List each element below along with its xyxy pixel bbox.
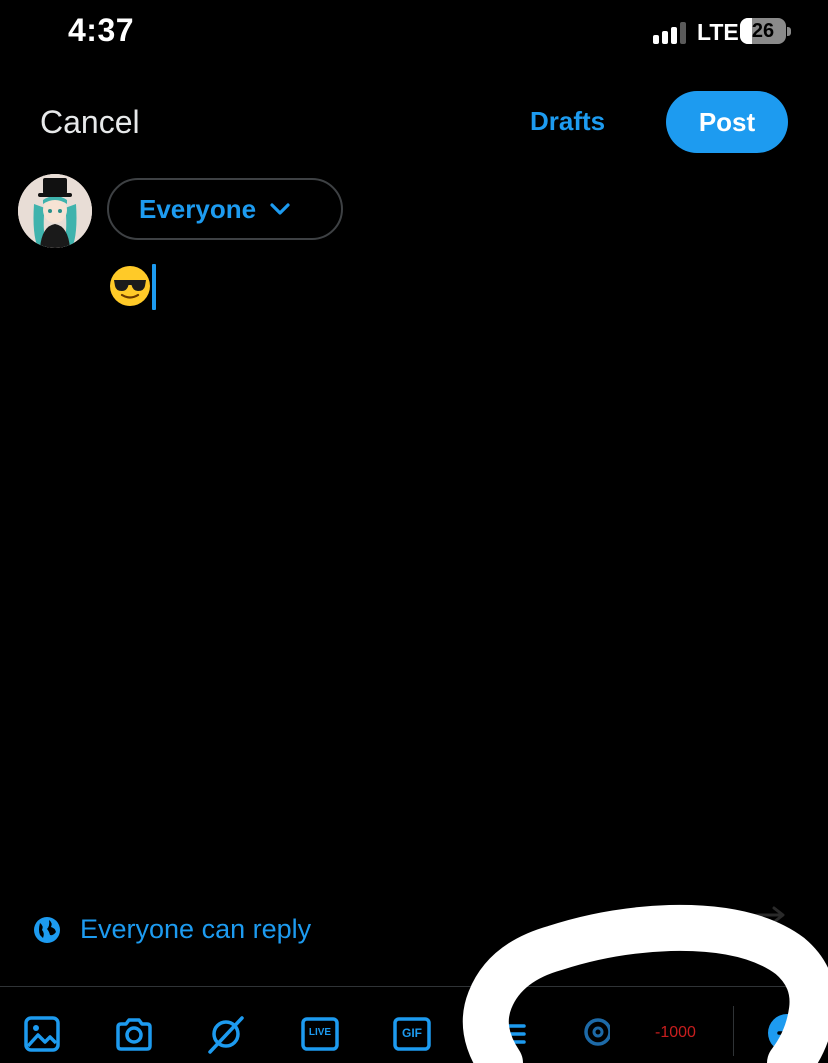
gif-icon[interactable]: GIF bbox=[392, 1014, 432, 1054]
camera-icon[interactable] bbox=[114, 1014, 154, 1054]
chevron-down-icon bbox=[268, 196, 294, 222]
sunglasses-emoji bbox=[108, 264, 152, 308]
avatar[interactable] bbox=[18, 174, 92, 248]
audience-selector[interactable]: Everyone bbox=[107, 178, 343, 240]
image-icon[interactable] bbox=[22, 1014, 62, 1054]
battery-icon: 26 bbox=[740, 18, 786, 44]
battery-tip bbox=[787, 27, 791, 36]
text-caret[interactable] bbox=[152, 264, 156, 310]
globe-icon[interactable] bbox=[32, 915, 62, 945]
status-time: 4:37 bbox=[68, 12, 135, 48]
battery-level: 26 bbox=[751, 19, 775, 42]
cancel-button[interactable]: Cancel bbox=[40, 104, 140, 141]
live-label: LIVE bbox=[308, 1027, 332, 1038]
reply-setting-label[interactable]: Everyone can reply bbox=[80, 914, 311, 945]
post-button[interactable]: Post bbox=[666, 91, 788, 153]
highlight-scribble bbox=[462, 904, 828, 1063]
gif-label: GIF bbox=[402, 1026, 422, 1040]
signal-icon bbox=[653, 22, 687, 44]
network-type: LTE bbox=[697, 19, 739, 45]
audience-label: Everyone bbox=[139, 193, 257, 224]
drafts-button[interactable]: Drafts bbox=[530, 106, 605, 137]
grok-icon[interactable] bbox=[206, 1014, 246, 1054]
live-icon[interactable]: LIVE bbox=[300, 1014, 340, 1054]
